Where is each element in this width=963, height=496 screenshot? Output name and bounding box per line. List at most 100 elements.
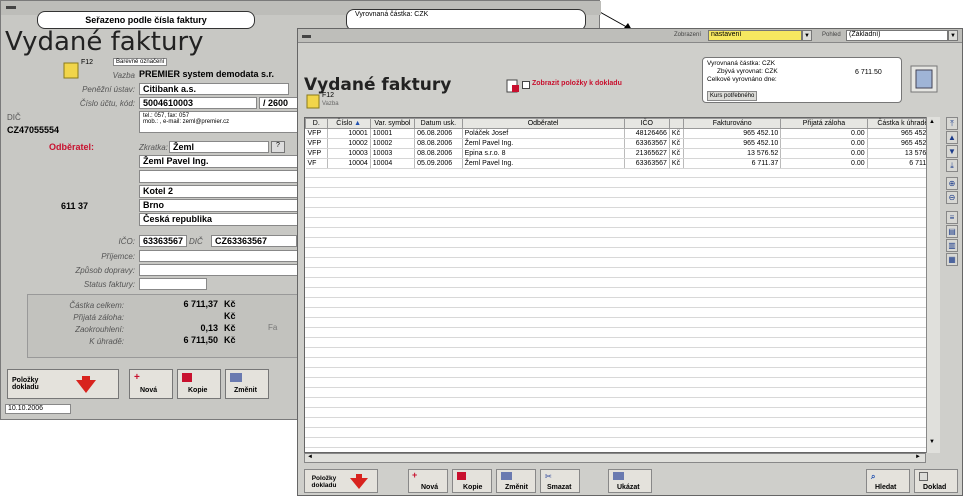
ustav-label: Peněžní ústav: bbox=[82, 85, 135, 94]
pohled-select[interactable]: (Základní) bbox=[846, 30, 948, 41]
kopie-button[interactable]: Kopie bbox=[452, 469, 492, 493]
zobrazit-label: Zobrazit položky k dokladu bbox=[532, 80, 622, 87]
calculator-icon[interactable] bbox=[910, 65, 938, 93]
export-icon[interactable]: ▥ bbox=[946, 239, 958, 252]
column-header[interactable]: Fakturováno bbox=[683, 118, 782, 129]
sort-icon[interactable]: ≡ bbox=[946, 211, 958, 224]
minimize-icon[interactable] bbox=[302, 35, 311, 38]
sum-value: 0,13 bbox=[200, 323, 218, 333]
contact-box[interactable]: tel.: 057, fax: 057 mob.: , e-mail: zeml… bbox=[139, 111, 299, 133]
nova-button[interactable]: + Nová bbox=[408, 469, 448, 493]
ukazat-button[interactable]: Ukázat bbox=[608, 469, 652, 493]
copy-icon bbox=[182, 373, 192, 382]
nova-button[interactable]: + Nová bbox=[129, 369, 173, 399]
sum-value: 6 711,37 bbox=[183, 299, 218, 309]
print-icon[interactable]: ▤ bbox=[946, 225, 958, 238]
polozky-dokladu-button[interactable]: Položky dokladu bbox=[304, 469, 378, 493]
dic2-label: DIČ bbox=[189, 237, 203, 246]
column-header[interactable]: Přijatá záloha bbox=[780, 118, 868, 129]
vazba-label: Vazba bbox=[322, 101, 339, 107]
invoice-table: D. Číslo ▲ Var. symbol Datum usk. Odběra… bbox=[305, 118, 940, 169]
column-header[interactable]: Odběratel bbox=[461, 118, 625, 129]
scroll-down-icon[interactable]: ▼ bbox=[929, 439, 935, 445]
ucet-field[interactable]: 5004610003 bbox=[139, 97, 257, 109]
vazba-value: PREMIER system demodata s.r. bbox=[139, 69, 275, 79]
prijemce-label: Příjemce: bbox=[101, 252, 135, 261]
table-cell: 48126466 bbox=[624, 128, 670, 139]
chevron-down-icon[interactable]: ▼ bbox=[802, 30, 812, 41]
doprava-label: Způsob dopravy: bbox=[75, 266, 135, 275]
table-cell: Poláček Josef bbox=[462, 128, 625, 139]
table-cell: VFP bbox=[305, 138, 328, 149]
barevne-button[interactable]: Barevné označení bbox=[113, 58, 168, 66]
plus-icon: + bbox=[134, 372, 140, 383]
button-label: Nová bbox=[421, 484, 439, 491]
dic2-field: CZ63363567 bbox=[211, 235, 297, 247]
polozky-dokladu-button[interactable]: Položky dokladu bbox=[7, 369, 119, 399]
table-cell: Kč bbox=[669, 138, 685, 149]
filter-icon[interactable]: ⊕ bbox=[946, 177, 958, 190]
kurz-button[interactable]: Kurs potřebného bbox=[707, 91, 758, 101]
table-cell: 08.08.2006 bbox=[414, 138, 463, 149]
column-header[interactable]: IČO bbox=[623, 118, 670, 129]
horizontal-scrollbar[interactable]: ◄ ► bbox=[304, 453, 926, 463]
settings-icon[interactable]: ▦ bbox=[946, 253, 958, 266]
kopie-button[interactable]: Kopie bbox=[177, 369, 221, 399]
next-record-icon[interactable]: ▼ bbox=[946, 145, 958, 158]
button-label: Položky dokladu bbox=[12, 377, 39, 391]
ucet-label: Číslo účtu, kód: bbox=[79, 99, 135, 108]
zkratka-lookup-button[interactable]: ? bbox=[271, 141, 285, 153]
ucet-kod-field[interactable]: / 2600 bbox=[259, 97, 299, 109]
copy-icon bbox=[457, 472, 466, 480]
ustav-field[interactable]: Citibank a.s. bbox=[139, 83, 289, 95]
table-header: D. Číslo ▲ Var. symbol Datum usk. Odběra… bbox=[305, 118, 940, 129]
zkratka-field[interactable]: Žeml bbox=[169, 141, 269, 153]
sum-currency: Kč bbox=[224, 323, 236, 333]
vertical-scrollbar[interactable]: ▲ ▼ bbox=[926, 117, 940, 453]
table-cell: 05.09.2006 bbox=[414, 158, 463, 169]
zoom-icon[interactable]: ⊖ bbox=[946, 191, 958, 204]
table-row[interactable]: VFP 10002 10002 08.08.2006 Žeml Pavel Ing. 63… bbox=[305, 138, 940, 149]
column-header[interactable]: Datum usk. bbox=[414, 118, 463, 129]
last-record-icon[interactable]: ⤓ bbox=[946, 159, 958, 172]
table-row[interactable]: VF 10004 10004 05.09.2006 Žeml Pavel Ing. 633… bbox=[305, 158, 940, 169]
scroll-right-icon[interactable]: ► bbox=[915, 454, 921, 460]
status-field[interactable] bbox=[139, 278, 207, 290]
column-header[interactable]: Var. symbol bbox=[369, 118, 416, 129]
zmenit-button[interactable]: Změnit bbox=[225, 369, 269, 399]
zmenit-button[interactable]: Změnit bbox=[496, 469, 536, 493]
sum-label: Částka celkem: bbox=[69, 301, 124, 310]
column-header[interactable]: Číslo ▲ bbox=[326, 118, 371, 129]
prijemce-field[interactable] bbox=[139, 250, 299, 262]
doprava-field[interactable] bbox=[139, 264, 299, 276]
status-label: Status faktury: bbox=[83, 280, 135, 289]
scroll-left-icon[interactable]: ◄ bbox=[307, 454, 313, 460]
hledat-button[interactable]: ⌕ Hledat bbox=[866, 469, 910, 493]
sum-label: Přijatá záloha: bbox=[73, 313, 124, 322]
chevron-down-icon[interactable]: ▼ bbox=[948, 30, 958, 41]
table-cell: 10004 bbox=[370, 158, 416, 169]
info-line: Vyrovnaná částka: CZK bbox=[707, 60, 776, 67]
document-icon bbox=[919, 472, 928, 481]
table-cell: 0.00 bbox=[780, 158, 868, 169]
table-row[interactable]: VFP 10003 10003 08.08.2006 Epina s.r.o. 8 213… bbox=[305, 148, 940, 159]
folder-icon bbox=[306, 94, 320, 109]
doklad-button[interactable]: Doklad bbox=[914, 469, 958, 493]
invoice-table-area: D. Číslo ▲ Var. symbol Datum usk. Odběra… bbox=[304, 117, 940, 453]
zobrazit-checkbox[interactable] bbox=[522, 81, 530, 89]
column-header[interactable]: D. bbox=[305, 118, 328, 129]
zkratka-label: Zkratka: bbox=[139, 143, 168, 152]
table-cell: Žeml Pavel Ing. bbox=[462, 158, 625, 169]
prev-record-icon[interactable]: ▲ bbox=[946, 131, 958, 144]
table-row[interactable]: VFP 10001 10001 06.08.2006 Poláček Josef 4812… bbox=[305, 128, 940, 139]
psc-value: 611 37 bbox=[61, 201, 89, 211]
smazat-button[interactable]: ✂ Smazat bbox=[540, 469, 580, 493]
minimize-icon[interactable] bbox=[6, 6, 16, 9]
zobrazeni-select[interactable]: nastavení bbox=[708, 30, 802, 41]
column-header[interactable] bbox=[668, 118, 685, 129]
table-cell: 06.08.2006 bbox=[414, 128, 463, 139]
status-date: 10.10.2006 bbox=[5, 404, 71, 414]
first-record-icon[interactable]: ⤒ bbox=[946, 117, 958, 130]
sum-currency: Kč bbox=[224, 311, 236, 321]
scroll-up-icon[interactable]: ▲ bbox=[929, 119, 935, 125]
